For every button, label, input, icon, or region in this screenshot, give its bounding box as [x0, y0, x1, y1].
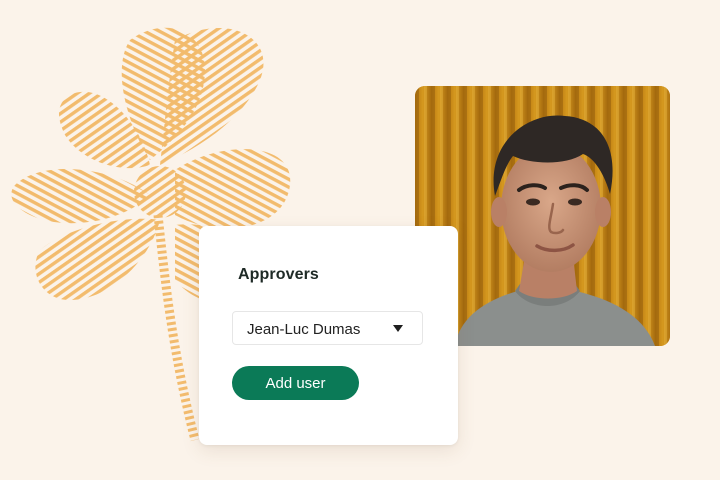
approvers-card: Approvers Jean-Luc Dumas Add user	[199, 226, 458, 445]
card-title: Approvers	[238, 266, 319, 283]
add-user-button[interactable]: Add user	[232, 366, 359, 400]
approver-select[interactable]: Jean-Luc Dumas	[232, 311, 423, 345]
caret-down-icon[interactable]	[393, 325, 403, 332]
canvas: Approvers Jean-Luc Dumas Add user	[0, 0, 720, 480]
selected-approver: Jean-Luc Dumas	[247, 321, 361, 338]
